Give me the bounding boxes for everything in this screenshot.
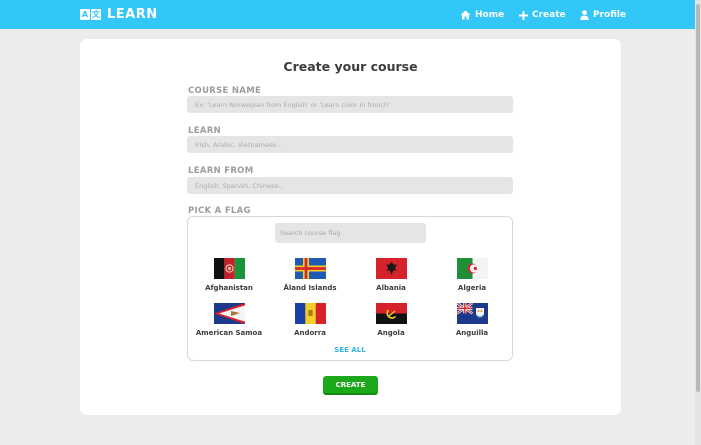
page-scrollbar[interactable] — [695, 0, 701, 445]
nav-create-link[interactable]: Create — [519, 8, 566, 22]
top-navbar: A 文 LEARN Home Create Profile — [0, 0, 701, 29]
plus-icon — [519, 10, 528, 20]
flag-picker: Afghanistan Åland Islands Albania — [187, 216, 513, 361]
logo-glyph-b: 文 — [91, 9, 101, 20]
flag-name: Åland Islands — [283, 284, 337, 292]
nav-profile-label: Profile — [593, 10, 627, 20]
flag-search-input[interactable] — [275, 223, 426, 243]
nav-create-label: Create — [532, 10, 566, 20]
albania-flag-icon — [375, 258, 407, 279]
flag-name: American Samoa — [195, 329, 263, 337]
flag-name: Anguilla — [455, 329, 489, 337]
nav-home-label: Home — [475, 10, 505, 20]
course-name-input[interactable] — [187, 96, 513, 113]
logo-icon: A 文 — [80, 9, 101, 20]
afghanistan-flag-icon — [213, 258, 245, 279]
andorra-flag-icon — [294, 303, 326, 324]
pick-flag-label: PICK A FLAG — [188, 206, 251, 216]
flag-option-aland-islands[interactable]: Åland Islands — [270, 258, 350, 292]
flag-name: Angola — [377, 329, 405, 337]
flag-name: Albania — [376, 284, 406, 292]
aland-islands-flag-icon — [294, 258, 326, 279]
flag-option-angola[interactable]: Angola — [351, 303, 431, 337]
flag-option-afghanistan[interactable]: Afghanistan — [189, 258, 269, 292]
create-button[interactable]: CREATE — [323, 376, 378, 395]
nav-home-link[interactable]: Home — [460, 8, 504, 22]
nav-profile-link[interactable]: Profile — [580, 8, 626, 22]
see-all-flags-link[interactable]: SEE ALL — [188, 346, 512, 354]
flag-name: Andorra — [294, 329, 326, 337]
learn-from-input[interactable] — [187, 177, 513, 194]
american-samoa-flag-icon — [213, 303, 245, 324]
flag-option-american-samoa[interactable]: American Samoa — [189, 303, 269, 337]
angola-flag-icon — [375, 303, 407, 324]
learn-label: LEARN — [188, 126, 221, 136]
flag-name: Afghanistan — [205, 284, 253, 292]
flag-option-anguilla[interactable]: Anguilla — [432, 303, 512, 337]
create-course-card: Create your course COURSE NAME LEARN LEA… — [80, 39, 621, 415]
scrollbar-thumb[interactable] — [696, 4, 700, 392]
flag-option-algeria[interactable]: Algeria — [432, 258, 512, 292]
logo-text: LEARN — [107, 7, 158, 22]
flag-name: Algeria — [457, 284, 487, 292]
anguilla-flag-icon — [456, 303, 488, 324]
course-name-label: COURSE NAME — [188, 86, 262, 96]
user-icon — [580, 10, 589, 20]
logo-glyph-a: A — [80, 9, 90, 20]
algeria-flag-icon — [456, 258, 488, 279]
app-logo[interactable]: A 文 LEARN — [80, 6, 158, 23]
learn-from-label: LEARN FROM — [188, 166, 254, 176]
flag-option-albania[interactable]: Albania — [351, 258, 431, 292]
flag-option-andorra[interactable]: Andorra — [270, 303, 350, 337]
learn-input[interactable] — [187, 136, 513, 153]
page-title: Create your course — [283, 59, 418, 74]
home-icon — [460, 10, 471, 20]
